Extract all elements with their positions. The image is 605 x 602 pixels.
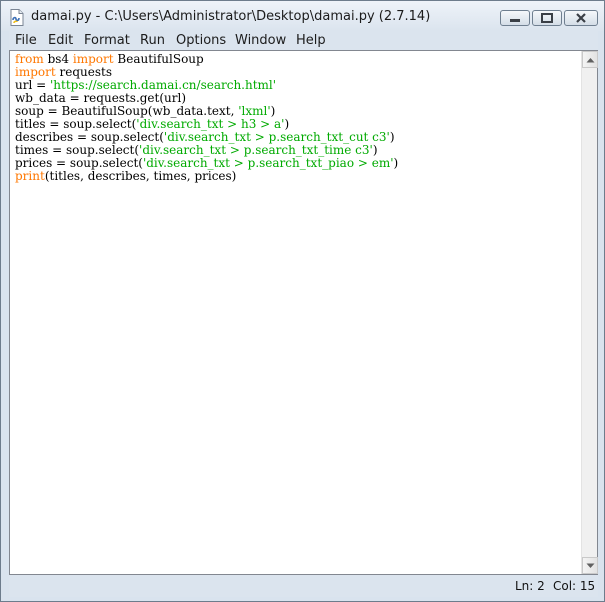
- menu-file[interactable]: File: [15, 33, 37, 48]
- scroll-down-arrow-icon: [586, 563, 595, 568]
- minimize-icon: [510, 19, 520, 22]
- code-line[interactable]: wb_data = requests.get(url): [15, 91, 186, 105]
- status-bar: Ln: 2 Col: 15: [9, 575, 598, 597]
- maximize-button[interactable]: [532, 10, 562, 26]
- code-text[interactable]: from bs4 import BeautifulSoup import req…: [15, 53, 398, 183]
- minimize-button[interactable]: [500, 10, 530, 26]
- code-line[interactable]: import requests: [15, 65, 112, 79]
- status-column-number: Col: 15: [553, 579, 596, 593]
- window-title: damai.py - C:\Users\Administrator\Deskto…: [31, 9, 431, 24]
- python-file-icon: [10, 9, 24, 26]
- menu-window[interactable]: Window: [235, 33, 286, 48]
- menu-options[interactable]: Options: [176, 33, 226, 48]
- code-line[interactable]: soup = BeautifulSoup(wb_data.text, 'lxml…: [15, 104, 275, 118]
- scroll-up-arrow-icon: [586, 58, 595, 63]
- scroll-up-button[interactable]: [582, 51, 598, 68]
- scroll-down-button[interactable]: [582, 557, 598, 574]
- code-line[interactable]: url = 'https://search.damai.cn/search.ht…: [15, 78, 276, 92]
- code-line[interactable]: describes = soup.select('div.search_txt …: [15, 130, 395, 144]
- close-icon: [576, 13, 586, 23]
- idle-editor-window: damai.py - C:\Users\Administrator\Deskto…: [0, 0, 605, 602]
- code-line[interactable]: titles = soup.select('div.search_txt > h…: [15, 117, 289, 131]
- code-line[interactable]: print(titles, describes, times, prices): [15, 169, 236, 183]
- menu-bar: File Edit Format Run Options Window Help: [9, 31, 598, 51]
- code-line[interactable]: prices = soup.select('div.search_txt > p…: [15, 156, 398, 170]
- code-line[interactable]: from bs4 import BeautifulSoup: [15, 52, 204, 66]
- menu-format[interactable]: Format: [84, 33, 130, 48]
- maximize-icon: [541, 13, 553, 23]
- editor-frame: from bs4 import BeautifulSoup import req…: [9, 50, 598, 575]
- title-bar[interactable]: damai.py - C:\Users\Administrator\Deskto…: [1, 1, 604, 31]
- menu-run[interactable]: Run: [140, 33, 165, 48]
- code-editor[interactable]: from bs4 import BeautifulSoup import req…: [10, 51, 581, 574]
- close-button[interactable]: [564, 10, 598, 26]
- menu-edit[interactable]: Edit: [48, 33, 73, 48]
- vertical-scrollbar[interactable]: [581, 51, 598, 574]
- status-line-number: Ln: 2: [515, 579, 545, 593]
- menu-help[interactable]: Help: [296, 33, 326, 48]
- code-line[interactable]: times = soup.select('div.search_txt > p.…: [15, 143, 378, 157]
